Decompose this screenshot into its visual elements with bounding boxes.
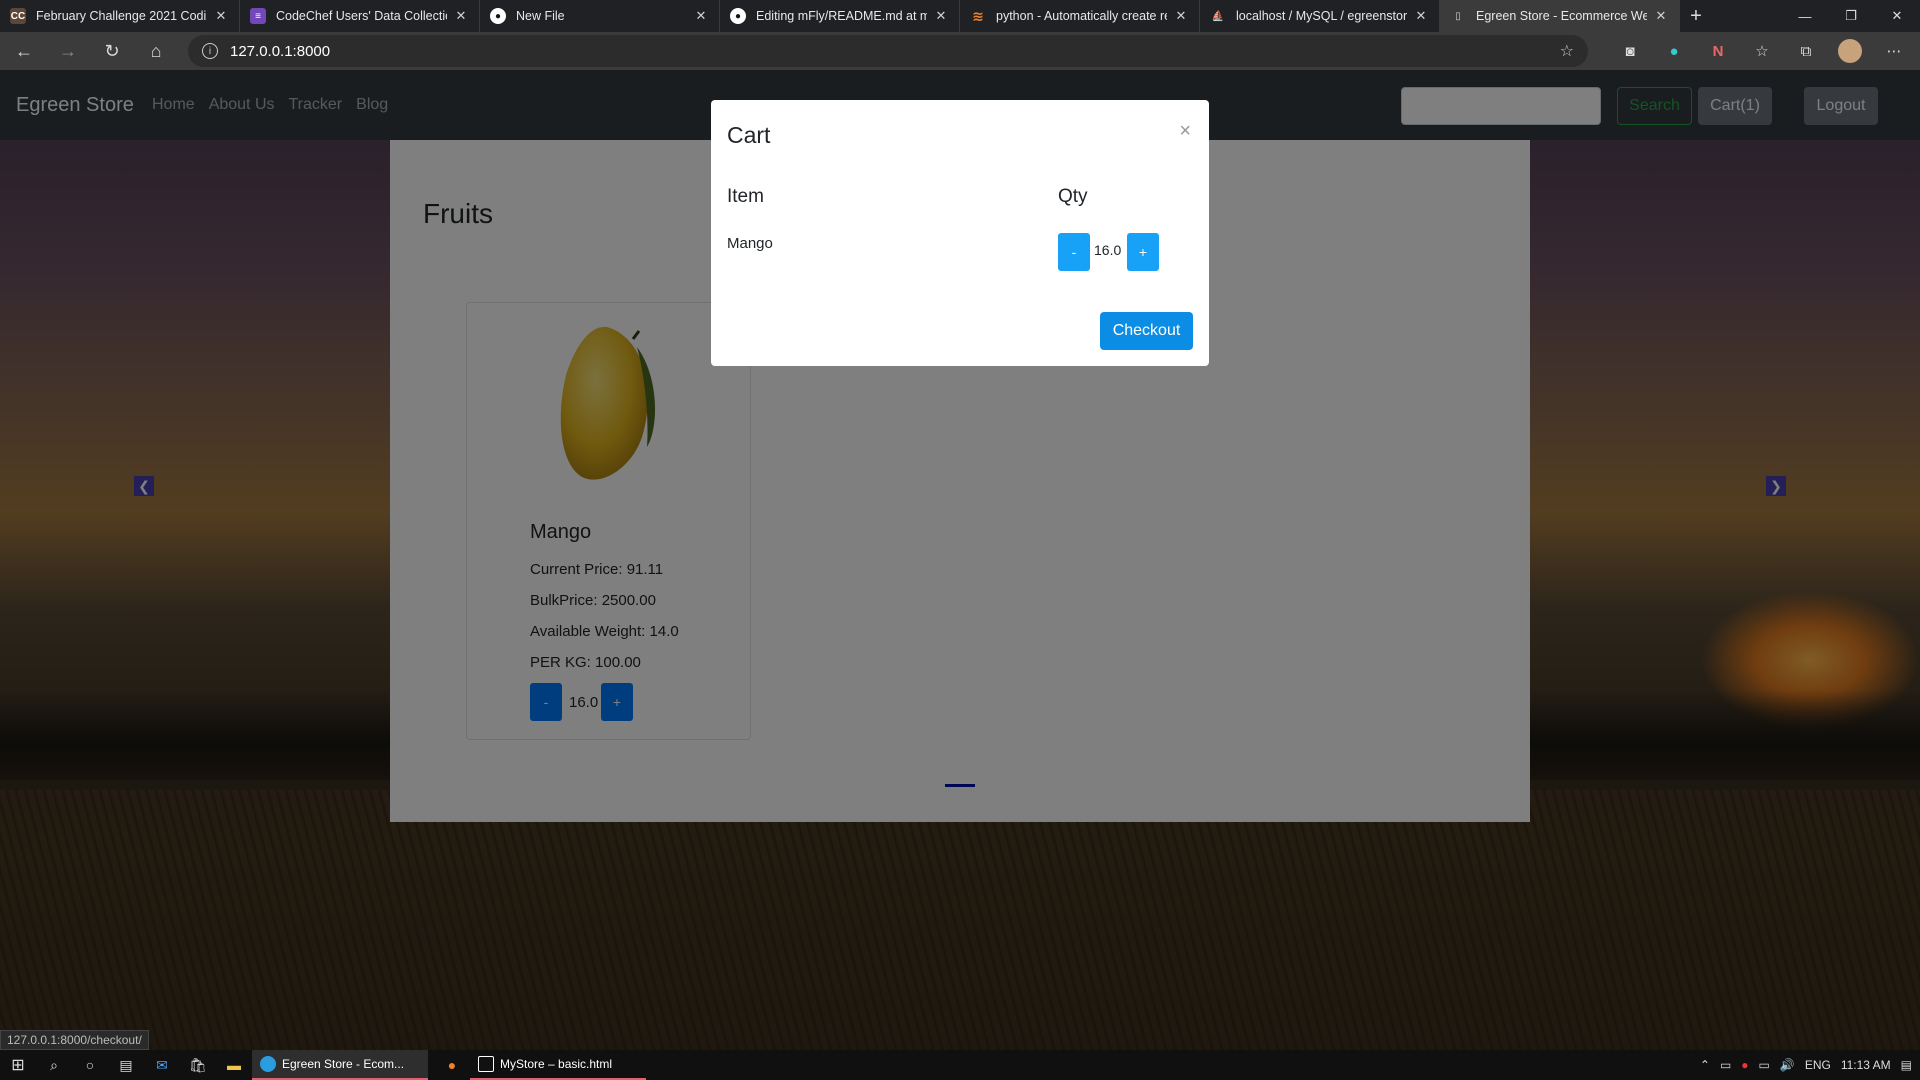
browser-tab[interactable]: CC February Challenge 2021 Coding ✕ [0, 0, 240, 32]
address-bar[interactable]: i 127.0.0.1:8000 ☆ [188, 35, 1588, 67]
chevron-up-icon[interactable]: ⌃ [1700, 1058, 1710, 1072]
language-indicator[interactable]: ENG [1805, 1058, 1831, 1072]
cart-increase-qty-button[interactable]: + [1127, 233, 1159, 271]
address-url: 127.0.0.1:8000 [230, 42, 331, 60]
tab-title: February Challenge 2021 Coding [36, 9, 207, 23]
pycharm-icon [478, 1056, 494, 1072]
browser-tab[interactable]: ⛵ localhost / MySQL / egreenstore ✕ [1200, 0, 1440, 32]
cart-decrease-qty-button[interactable]: - [1058, 233, 1090, 271]
clock[interactable]: 11:13 AM [1841, 1058, 1891, 1072]
checkout-button[interactable]: Checkout [1100, 312, 1193, 350]
tab-title: CodeChef Users' Data Collection [276, 9, 447, 23]
more-options-icon[interactable]: ⋯ [1878, 36, 1910, 66]
system-tray: ⌃ ▭ ● ▭ 🔊 ENG 11:13 AM ▤ [1700, 1050, 1920, 1080]
close-tab-icon[interactable]: ✕ [1413, 8, 1429, 24]
browser-tab[interactable]: ≋ python - Automatically create re ✕ [960, 0, 1200, 32]
codechef-icon: CC [10, 8, 26, 24]
close-tab-icon[interactable]: ✕ [1653, 8, 1669, 24]
back-icon[interactable]: ← [4, 35, 44, 67]
close-tab-icon[interactable]: ✕ [693, 8, 709, 24]
window-controls: — ❐ ✕ [1782, 0, 1920, 32]
file-explorer-icon[interactable]: ▬ [216, 1050, 252, 1080]
close-tab-icon[interactable]: ✕ [213, 8, 229, 24]
close-tab-icon[interactable]: ✕ [1173, 8, 1189, 24]
taskbar-app-edge[interactable]: Egreen Store - Ecom... [252, 1050, 428, 1080]
profile-avatar[interactable] [1834, 36, 1866, 66]
cortana-icon[interactable]: ○ [72, 1050, 108, 1080]
page-icon: ▯ [1455, 10, 1461, 22]
collections-icon[interactable]: ⧉ [1790, 36, 1822, 66]
firefox-icon[interactable]: ● [434, 1050, 470, 1080]
browser-tab[interactable]: ● Editing mFly/README.md at ma ✕ [720, 0, 960, 32]
forward-icon[interactable]: → [48, 35, 88, 67]
close-icon[interactable]: × [1179, 120, 1191, 143]
browser-tab-strip: CC February Challenge 2021 Coding ✕ ≡ Co… [0, 0, 1920, 32]
notifications-icon[interactable]: ▤ [1901, 1058, 1912, 1072]
stackoverflow-icon: ≋ [972, 7, 984, 24]
camera-icon[interactable]: ◙ [1614, 36, 1646, 66]
edge-icon [260, 1056, 276, 1072]
forms-icon: ≡ [250, 8, 266, 24]
taskbar-app-label: MyStore – basic.html [500, 1057, 613, 1071]
device-icon[interactable]: ▭ [1720, 1058, 1731, 1072]
tab-title: New File [516, 9, 565, 23]
site-info-icon[interactable]: i [202, 43, 218, 59]
taskbar-app-label: Egreen Store - Ecom... [282, 1057, 405, 1071]
cart-item-qty: 16.0 [1094, 242, 1122, 258]
tab-title: Editing mFly/README.md at ma [756, 9, 927, 23]
windows-taskbar: ⊞ ⌕ ○ ▤ ✉ 🛍 ▬ Egreen Store - Ecom... ● M… [0, 1050, 1920, 1080]
network-icon[interactable]: ▭ [1759, 1058, 1770, 1072]
favorite-add-icon[interactable]: ☆ [1560, 41, 1574, 61]
browser-tab[interactable]: ● New File ✕ [480, 0, 720, 32]
tab-title: Egreen Store - Ecommerce Webs [1476, 9, 1647, 23]
close-window-icon[interactable]: ✕ [1874, 0, 1920, 32]
browser-tab[interactable]: ≡ CodeChef Users' Data Collection ✕ [240, 0, 480, 32]
browser-tab-active[interactable]: ▯ Egreen Store - Ecommerce Webs ✕ [1440, 0, 1680, 32]
new-tab-icon[interactable]: + [1680, 0, 1712, 32]
network-alert-icon[interactable]: ● [1741, 1058, 1748, 1072]
extension-icon[interactable]: N [1702, 36, 1734, 66]
column-header-qty: Qty [1058, 186, 1088, 207]
close-tab-icon[interactable]: ✕ [933, 8, 949, 24]
extension-icon[interactable]: ● [1658, 36, 1690, 66]
store-icon[interactable]: 🛍 [180, 1050, 216, 1080]
tab-title: python - Automatically create re [996, 9, 1167, 23]
reload-icon[interactable]: ↻ [92, 35, 132, 67]
taskbar-app-pycharm[interactable]: MyStore – basic.html [470, 1050, 646, 1080]
github-icon: ● [490, 8, 506, 24]
browser-toolbar: ← → ↻ ⌂ i 127.0.0.1:8000 ☆ ◙ ● N ☆ ⧉ ⋯ [0, 32, 1920, 70]
restore-icon[interactable]: ❐ [1828, 0, 1874, 32]
home-icon[interactable]: ⌂ [136, 35, 176, 67]
modal-title: Cart [727, 122, 771, 148]
cart-modal: Cart × Item Qty Mango - 16.0 + Checkout [711, 100, 1209, 366]
status-bar-url: 127.0.0.1:8000/checkout/ [0, 1030, 149, 1050]
search-icon[interactable]: ⌕ [36, 1050, 72, 1080]
volume-icon[interactable]: 🔊 [1780, 1058, 1795, 1072]
close-tab-icon[interactable]: ✕ [453, 8, 469, 24]
windows-start-icon[interactable]: ⊞ [0, 1050, 36, 1080]
web-page: Egreen Store Home About Us Tracker Blog … [0, 70, 1920, 1050]
task-view-icon[interactable]: ▤ [108, 1050, 144, 1080]
cart-item-name: Mango [727, 235, 773, 252]
column-header-item: Item [727, 186, 764, 207]
favorites-icon[interactable]: ☆ [1746, 36, 1778, 66]
toolbar-extensions: ◙ ● N ☆ ⧉ ⋯ [1614, 36, 1910, 66]
github-icon: ● [730, 8, 746, 24]
tab-title: localhost / MySQL / egreenstore [1236, 9, 1407, 23]
phpmyadmin-icon: ⛵ [1211, 10, 1225, 22]
minimize-icon[interactable]: — [1782, 0, 1828, 32]
mail-icon[interactable]: ✉ [144, 1050, 180, 1080]
